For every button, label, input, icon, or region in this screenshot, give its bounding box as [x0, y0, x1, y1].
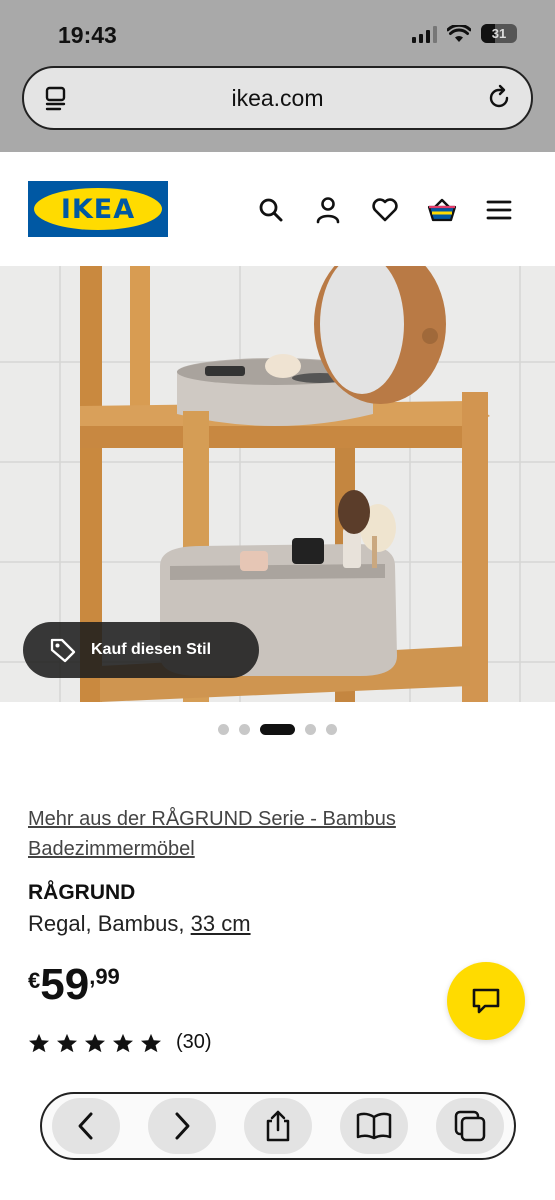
- forward-button[interactable]: [148, 1098, 216, 1154]
- carousel-dot[interactable]: [305, 724, 316, 735]
- search-icon[interactable]: [255, 194, 287, 226]
- chevron-left-icon: [78, 1112, 93, 1140]
- chevron-right-icon: [175, 1112, 190, 1140]
- star-icon: [141, 1033, 161, 1052]
- price-currency: €: [28, 968, 41, 993]
- review-count: (30): [176, 1031, 212, 1053]
- rating-stars: [28, 1033, 162, 1053]
- product-image[interactable]: Kauf diesen Stil: [0, 266, 555, 702]
- shop-the-look-button[interactable]: Kauf diesen Stil: [23, 622, 259, 678]
- status-icons: 31: [412, 24, 517, 43]
- price-integer: 59: [40, 960, 90, 1009]
- product-price: € 59 ,99: [28, 960, 120, 1010]
- shop-the-look-label: Kauf diesen Stil: [91, 641, 212, 658]
- browser-toolbar: [40, 1092, 516, 1160]
- tag-icon: [50, 638, 76, 663]
- back-button[interactable]: [52, 1098, 120, 1154]
- product-rating[interactable]: (30): [28, 1031, 212, 1054]
- address-bar[interactable]: ikea.com: [22, 66, 533, 130]
- price-decimal: ,99: [89, 964, 120, 989]
- product-description: Regal, Bambus, 33 cm: [28, 911, 251, 937]
- page-menu-icon[interactable]: [42, 84, 70, 112]
- logo-oval: IKEA: [34, 188, 162, 230]
- tabs-icon: [454, 1110, 486, 1142]
- wifi-icon: [447, 24, 471, 42]
- basket-icon[interactable]: [426, 194, 458, 226]
- image-carousel-indicator[interactable]: [0, 724, 555, 735]
- star-icon: [57, 1033, 77, 1052]
- series-link[interactable]: Mehr aus der RÅGRUND Serie - Bambus Bade…: [28, 804, 428, 864]
- star-icon: [113, 1033, 133, 1052]
- battery-icon: 31: [481, 24, 517, 43]
- menu-icon[interactable]: [483, 194, 515, 226]
- account-icon[interactable]: [312, 194, 344, 226]
- tabs-button[interactable]: [436, 1098, 504, 1154]
- ikea-logo[interactable]: IKEA: [28, 181, 168, 237]
- browser-chrome: 19:43 31 ikea.com: [0, 0, 555, 152]
- star-icon: [85, 1033, 105, 1052]
- bookmarks-button[interactable]: [340, 1098, 408, 1154]
- reload-icon[interactable]: [485, 84, 513, 112]
- product-description-text: Regal, Bambus,: [28, 911, 191, 936]
- heart-icon[interactable]: [369, 194, 401, 226]
- status-time: 19:43: [58, 22, 117, 48]
- header-nav: [255, 194, 515, 226]
- product-name: RÅGRUND: [28, 881, 136, 904]
- chat-icon: [472, 988, 500, 1014]
- carousel-dot[interactable]: [239, 724, 250, 735]
- carousel-dot-active[interactable]: [260, 724, 295, 735]
- carousel-dot[interactable]: [326, 724, 337, 735]
- logo-text: IKEA: [60, 193, 136, 225]
- site-header: IKEA: [0, 152, 555, 266]
- star-icon: [29, 1033, 49, 1052]
- book-icon: [356, 1112, 392, 1140]
- size-link[interactable]: 33 cm: [191, 911, 251, 936]
- share-button[interactable]: [244, 1098, 312, 1154]
- url-text: ikea.com: [231, 84, 324, 111]
- signal-icon: [412, 25, 437, 43]
- share-icon: [266, 1110, 290, 1142]
- chat-button[interactable]: [447, 962, 525, 1040]
- carousel-dot[interactable]: [218, 724, 229, 735]
